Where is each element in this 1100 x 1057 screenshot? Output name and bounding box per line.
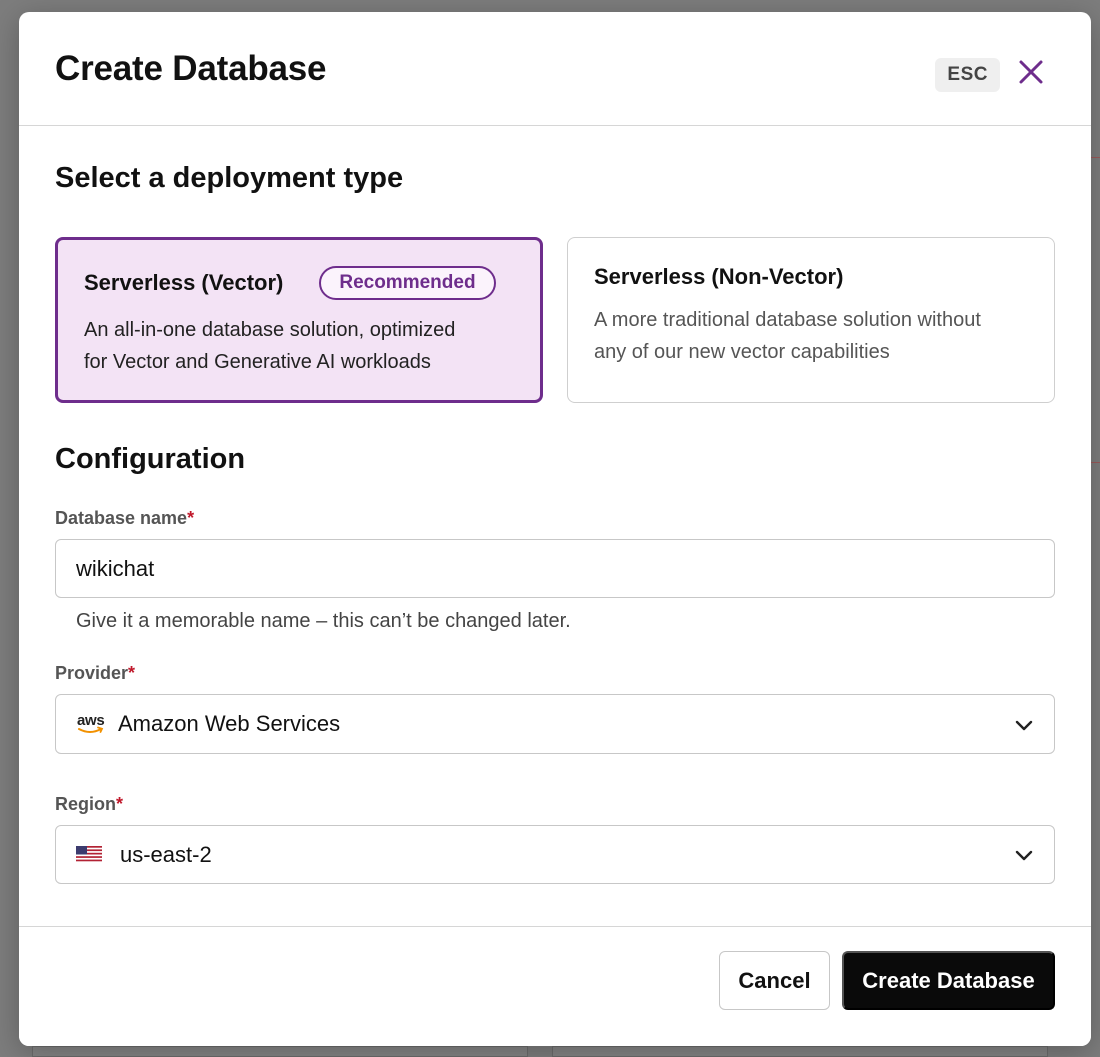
card-description-line: any of our new vector capabilities <box>594 341 890 363</box>
card-description-line: An all-in-one database solution, optimiz… <box>84 319 456 341</box>
modal-footer: Cancel Create Database <box>19 926 1091 1046</box>
card-title: Serverless (Vector) <box>84 270 284 295</box>
label-text: Provider <box>55 663 129 683</box>
card-description-line: A more traditional database solution wit… <box>594 309 981 331</box>
region-value: us-east-2 <box>120 841 212 867</box>
card-description: A more traditional database solution wit… <box>594 304 1028 368</box>
us-flag-icon <box>76 846 102 863</box>
database-name-helper: Give it a memorable name – this can’t be… <box>76 610 571 632</box>
chevron-down-icon <box>1015 720 1033 731</box>
modal-title: Create Database <box>55 48 327 88</box>
card-description-line: for Vector and Generative AI workloads <box>84 351 431 373</box>
card-title: Serverless (Non-Vector) <box>594 264 844 289</box>
close-icon <box>1019 60 1043 84</box>
modal-body: Select a deployment type Serverless (Vec… <box>19 162 1091 884</box>
required-mark: * <box>187 508 195 528</box>
deployment-section-title: Select a deployment type <box>55 162 404 194</box>
background-divider <box>1091 462 1100 463</box>
database-name-input[interactable]: wikichat <box>55 539 1055 598</box>
cancel-button[interactable]: Cancel <box>719 951 830 1010</box>
create-database-modal: Create Database ESC Select a deployment … <box>19 12 1091 1046</box>
aws-smile-icon <box>78 726 104 733</box>
recommended-badge: Recommended <box>319 266 496 300</box>
label-text: Region <box>55 794 116 814</box>
deployment-option-serverless-vector[interactable]: Serverless (Vector) Recommended An all-i… <box>55 237 543 403</box>
region-label: Region* <box>55 794 1055 815</box>
label-text: Database name <box>55 508 188 528</box>
card-description: An all-in-one database solution, optimiz… <box>84 314 514 378</box>
required-mark: * <box>116 794 124 814</box>
modal-header: Create Database ESC <box>19 12 1091 126</box>
chevron-down-icon <box>1015 850 1033 861</box>
region-select[interactable]: us-east-2 <box>55 825 1055 884</box>
deployment-option-serverless-non-vector[interactable]: Serverless (Non-Vector) A more tradition… <box>567 237 1055 403</box>
close-button[interactable] <box>1017 58 1045 86</box>
esc-key-hint: ESC <box>935 58 1000 92</box>
card-header: Serverless (Vector) Recommended <box>84 266 514 300</box>
provider-select[interactable]: aws Amazon Web Services <box>55 694 1055 754</box>
create-database-button[interactable]: Create Database <box>842 951 1055 1010</box>
configuration-section-title: Configuration <box>55 443 246 475</box>
aws-logo-icon: aws <box>76 712 106 736</box>
card-header: Serverless (Non-Vector) <box>594 264 1028 290</box>
background-card <box>552 1046 1048 1057</box>
database-name-label: Database name* <box>55 508 1055 529</box>
provider-label: Provider* <box>55 663 1055 684</box>
background-card <box>32 1046 528 1057</box>
required-mark: * <box>128 663 136 683</box>
provider-value: Amazon Web Services <box>118 711 341 736</box>
deployment-options: Serverless (Vector) Recommended An all-i… <box>55 237 1055 403</box>
background-divider <box>1091 157 1100 158</box>
database-name-value: wikichat <box>76 555 155 581</box>
